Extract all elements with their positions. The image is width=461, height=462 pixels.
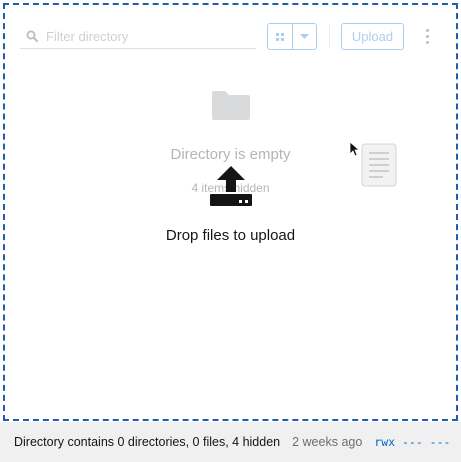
view-mode-toggle[interactable] xyxy=(267,23,317,50)
directory-summary: Directory contains 0 directories, 0 file… xyxy=(14,435,281,449)
directory-view: Upload Directory is empty 4 items hidden xyxy=(0,0,461,420)
grid-view-button[interactable] xyxy=(268,24,292,49)
file-browser-pane: Upload Directory is empty 4 items hidden… xyxy=(0,0,461,421)
upload-icon xyxy=(210,166,252,206)
filter-input[interactable] xyxy=(46,28,246,44)
toolbar-divider xyxy=(329,25,330,48)
filter-field[interactable] xyxy=(20,24,256,49)
file-icon xyxy=(361,143,397,187)
modified-date: 2 weeks ago xyxy=(292,435,363,449)
folder-icon xyxy=(212,91,250,120)
caret-down-icon xyxy=(299,33,309,39)
upload-button[interactable]: Upload xyxy=(341,23,404,50)
grid-view-icon xyxy=(275,32,284,41)
mouse-cursor-icon xyxy=(349,141,359,157)
search-icon xyxy=(26,30,38,42)
status-bar: Directory contains 0 directories, 0 file… xyxy=(0,422,461,462)
drop-files-label: Drop files to upload xyxy=(165,227,296,244)
permissions-badge[interactable]: rwx --- --- xyxy=(374,435,450,449)
kebab-menu-icon[interactable] xyxy=(421,26,433,46)
view-options-dropdown[interactable] xyxy=(291,24,317,49)
